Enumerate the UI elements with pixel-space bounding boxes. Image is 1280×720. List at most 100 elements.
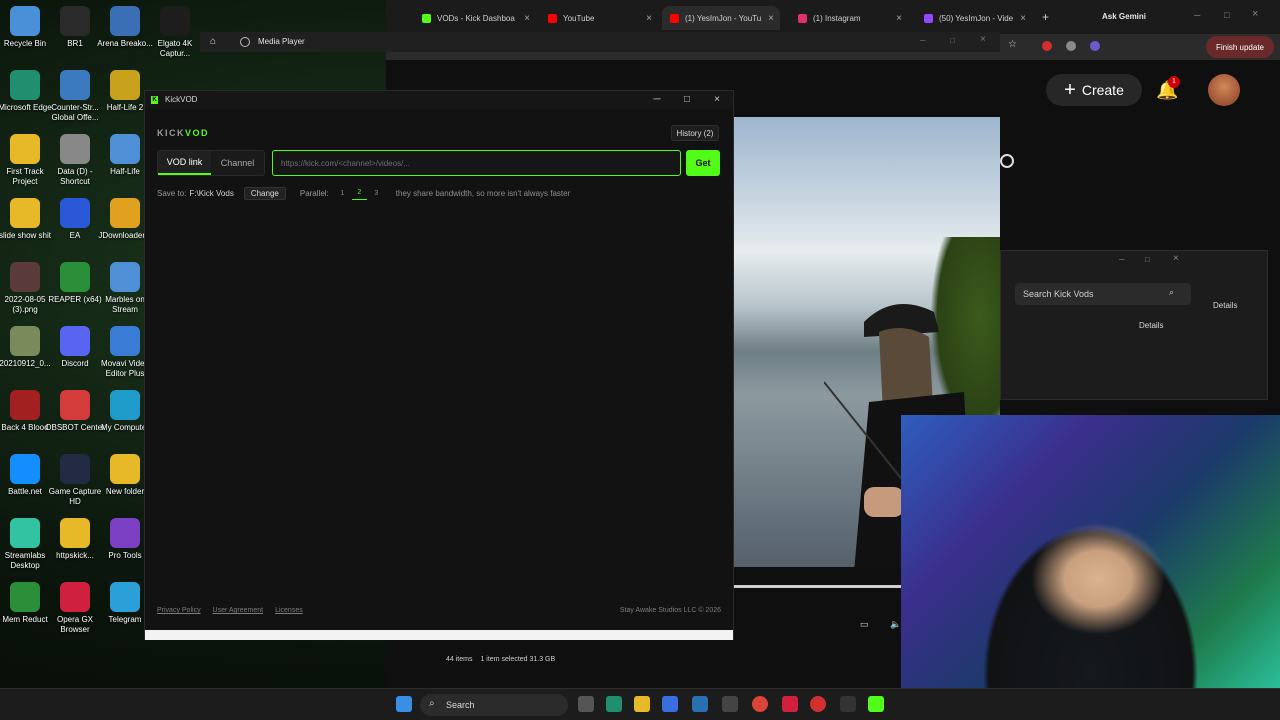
task-view-icon[interactable] <box>578 696 594 712</box>
create-button[interactable]: + Create <box>1046 74 1142 106</box>
store-icon[interactable] <box>662 696 678 712</box>
home-icon[interactable]: ⌂ <box>210 36 216 47</box>
app-icon <box>10 454 40 484</box>
tab-label: (1) Instagram <box>813 13 861 23</box>
windows-start-icon[interactable] <box>396 696 412 712</box>
search-icon: ⌕ <box>429 698 435 709</box>
new-tab-icon[interactable]: + <box>1042 10 1049 24</box>
tab-kick-dashboard[interactable]: VODs - Kick Dashboa × <box>414 6 536 30</box>
app-icon <box>10 582 40 612</box>
kickvod-taskbar-icon[interactable] <box>868 696 884 712</box>
taskbar-search[interactable]: ⌕ Search <box>420 694 568 716</box>
close-icon[interactable]: × <box>768 13 774 24</box>
app-icon <box>110 70 140 100</box>
minimize-icon[interactable]: ─ <box>649 93 665 107</box>
tab-twitch[interactable]: (50) YesImJon - Vide × <box>916 6 1032 30</box>
taskbar: ⌕ Search <box>0 688 1280 720</box>
ask-gemini-button[interactable]: Ask Gemini <box>1102 12 1146 21</box>
tab-instagram[interactable]: (1) Instagram × <box>790 6 908 30</box>
close-icon[interactable]: × <box>980 34 986 45</box>
plus-icon: + <box>1064 78 1076 101</box>
explorer-status-bar: 44 items 1 item selected 31.3 GB <box>446 656 696 670</box>
app-icon <box>110 454 140 484</box>
close-icon[interactable]: × <box>709 93 725 107</box>
change-path-button[interactable]: Change <box>243 186 286 200</box>
parallel-option-3[interactable]: 3 <box>369 187 384 200</box>
maximize-icon[interactable]: □ <box>679 93 695 107</box>
close-icon[interactable]: × <box>1252 8 1258 20</box>
finish-update-button[interactable]: Finish update <box>1205 36 1274 58</box>
close-icon[interactable]: × <box>1020 13 1026 24</box>
youtube-icon <box>670 13 679 23</box>
privacy-policy-link[interactable]: Privacy Policy <box>157 607 201 614</box>
app-icon <box>110 262 140 292</box>
search-icon[interactable] <box>1000 154 1014 168</box>
minimize-icon[interactable]: ─ <box>1194 10 1200 20</box>
maximize-icon[interactable]: □ <box>950 36 955 45</box>
maximize-icon[interactable]: □ <box>1145 255 1150 264</box>
app-icon <box>110 518 140 548</box>
extension-icon[interactable] <box>1090 41 1100 51</box>
app-icon <box>60 262 90 292</box>
explorer-search-input[interactable]: Search Kick Vods <box>1015 283 1191 305</box>
volume-icon[interactable]: 🔈 <box>890 619 901 630</box>
media-player-icon[interactable] <box>840 696 856 712</box>
app-icon <box>10 326 40 356</box>
twitch-icon <box>924 13 933 23</box>
desktop-icon[interactable]: Elgato 4K Captur... <box>144 6 206 59</box>
close-icon[interactable]: × <box>896 13 902 24</box>
chrome-icon[interactable] <box>752 696 768 712</box>
extension-icon[interactable] <box>1066 41 1076 51</box>
webcam-person-image <box>901 415 1280 688</box>
minimize-icon[interactable]: ─ <box>1119 255 1125 264</box>
star-icon[interactable]: ☆ <box>1008 39 1017 50</box>
close-icon[interactable]: × <box>1173 253 1179 264</box>
edge-icon[interactable] <box>606 696 622 712</box>
browser-tab-strip: VODs - Kick Dashboa × YouTube × (1) YesI… <box>386 0 1280 34</box>
tab-label: (1) YesImJon - YouTu <box>685 13 762 23</box>
tab-youtube[interactable]: YouTube × <box>540 6 658 30</box>
history-button[interactable]: History (2) <box>671 125 719 141</box>
brand-logo: KICKVOD <box>157 128 210 138</box>
search-icon: ⌕ <box>1169 287 1175 297</box>
save-path: F:\Kick Vods <box>189 188 234 198</box>
app-icon <box>160 6 190 36</box>
file-explorer-window: ─ □ × Search Kick Vods ⌕ Details Details <box>1000 250 1268 400</box>
tab-youtube-channel[interactable]: (1) YesImJon - YouTu × <box>662 6 780 30</box>
app-icon <box>110 582 140 612</box>
close-icon[interactable]: × <box>646 13 652 24</box>
app-icon[interactable] <box>722 696 738 712</box>
user-agreement-link[interactable]: User Agreement <box>213 607 264 614</box>
item-count: 44 items <box>446 656 473 663</box>
kickvod-logo-icon: K <box>151 96 158 104</box>
extension-icon[interactable] <box>1042 41 1052 51</box>
parallel-option-2[interactable]: 2 <box>351 187 367 200</box>
close-icon[interactable]: × <box>524 13 530 24</box>
details-button[interactable]: Details <box>1139 321 1163 330</box>
captions-icon[interactable]: ▭ <box>860 619 869 630</box>
parallel-option-1[interactable]: 1 <box>335 187 350 200</box>
file-explorer-icon[interactable] <box>634 696 650 712</box>
mode-tabs: VOD link Channel <box>157 150 265 176</box>
mail-icon[interactable] <box>692 696 708 712</box>
app-icon <box>60 134 90 164</box>
tab-vod-link[interactable]: VOD link <box>158 151 211 175</box>
media-player-icon <box>240 37 250 47</box>
instagram-icon <box>798 13 807 23</box>
progress-bar[interactable] <box>734 585 904 588</box>
opera-gx-icon[interactable] <box>810 696 826 712</box>
avatar[interactable] <box>1208 74 1240 106</box>
kick-icon <box>422 13 431 23</box>
media-player-titlebar: ⌂ Media Player ─ □ × <box>200 32 1000 52</box>
licenses-link[interactable]: Licenses <box>275 607 303 614</box>
maps-icon[interactable] <box>782 696 798 712</box>
tab-channel[interactable]: Channel <box>211 151 264 175</box>
vod-url-input[interactable] <box>272 150 681 176</box>
minimize-icon[interactable]: ─ <box>920 36 926 45</box>
search-label: Search <box>446 700 475 710</box>
kickvod-window: K KickVOD ─ □ × KICKVOD History (2) VOD … <box>144 90 734 640</box>
get-button[interactable]: Get <box>686 150 720 176</box>
details-button[interactable]: Details <box>1213 301 1237 310</box>
maximize-icon[interactable]: □ <box>1224 10 1229 20</box>
app-icon <box>10 134 40 164</box>
